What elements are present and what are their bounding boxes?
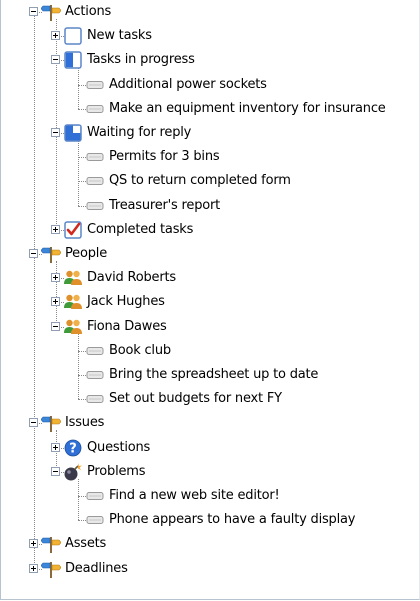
tree-item-label: Deadlines	[65, 560, 128, 576]
collapse-toggle[interactable]	[51, 466, 60, 476]
tree-item-label: Bring the spreadsheet up to date	[109, 367, 319, 382]
tree-item-task[interactable]: Find a new web site editor!	[0, 484, 420, 508]
expand-toggle[interactable]	[51, 224, 60, 234]
tree-item-deadlines[interactable]: Deadlines	[0, 557, 420, 581]
tree-item-task[interactable]: Make an equipment inventory for insuranc…	[0, 97, 420, 121]
tree-item-people[interactable]: People	[0, 242, 420, 266]
quarter-filled-box-icon	[63, 123, 83, 143]
expand-toggle[interactable]	[51, 442, 60, 452]
tree-item-task[interactable]: Treasurer's report	[0, 194, 420, 218]
tree-item-label: QS to return completed form	[109, 173, 291, 189]
task-icon	[85, 365, 105, 385]
tree-item-issues[interactable]: Issues	[0, 411, 420, 435]
tree-item-label: Find a new web site editor!	[109, 488, 280, 503]
tree-item-label: Completed tasks	[87, 221, 194, 237]
collapse-toggle[interactable]	[29, 7, 38, 16]
tree-item-label: Fiona Dawes	[87, 318, 167, 334]
task-icon	[85, 99, 105, 119]
tree-item-waiting-for-reply[interactable]: Waiting for reply	[0, 121, 420, 145]
tree-item-tasks-in-progress[interactable]: Tasks in progress	[0, 48, 420, 72]
task-icon	[85, 389, 105, 409]
task-icon	[85, 510, 105, 530]
task-icon	[85, 75, 105, 95]
tree-item-problems[interactable]: Problems	[0, 460, 420, 484]
folder-signpost-icon	[40, 2, 62, 22]
collapse-toggle[interactable]	[29, 249, 38, 258]
folder-signpost-icon	[40, 534, 62, 554]
task-icon	[85, 486, 105, 506]
tree-item-jack-hughes[interactable]: Jack Hughes	[0, 290, 420, 314]
folder-signpost-icon	[40, 244, 62, 264]
half-filled-box-icon	[63, 50, 83, 70]
tree-item-label: People	[65, 246, 107, 261]
tree-item-label: Tasks in progress	[87, 52, 195, 68]
people-icon	[63, 268, 83, 288]
tree-item-label: Actions	[65, 4, 112, 19]
tree-item-label: Problems	[87, 463, 146, 479]
people-icon	[63, 292, 83, 312]
tree-item-label: Set out budgets for next FY	[109, 391, 282, 407]
expand-toggle[interactable]	[51, 297, 60, 307]
tree-item-task[interactable]: Bring the spreadsheet up to date	[0, 363, 420, 387]
tree-item-task[interactable]: Book club	[0, 339, 420, 363]
tree-item-completed-tasks[interactable]: Completed tasks	[0, 218, 420, 242]
expand-toggle[interactable]	[51, 31, 60, 41]
expand-toggle[interactable]	[51, 273, 60, 283]
tree-item-label: Waiting for reply	[87, 125, 192, 140]
bomb-icon	[63, 462, 83, 482]
tree-item-actions[interactable]: Actions	[0, 0, 420, 24]
tree-item-task[interactable]: Additional power sockets	[0, 73, 420, 97]
expand-toggle[interactable]	[29, 563, 38, 573]
folder-signpost-icon	[40, 413, 62, 433]
tree-item-task[interactable]: Phone appears to have a faulty display	[0, 508, 420, 532]
tree-item-new-tasks[interactable]: New tasks	[0, 24, 420, 48]
tree-item-task[interactable]: QS to return completed form	[0, 169, 420, 193]
checked-box-icon	[63, 220, 83, 240]
collapse-toggle[interactable]	[29, 418, 38, 428]
task-icon	[85, 196, 105, 216]
tree-item-label: Issues	[65, 415, 105, 431]
tree-item-task[interactable]: Permits for 3 bins	[0, 145, 420, 169]
question-icon: ?	[63, 438, 83, 458]
collapse-toggle[interactable]	[51, 128, 60, 137]
expand-toggle[interactable]	[29, 539, 38, 549]
collapse-toggle[interactable]	[51, 55, 60, 65]
tree-item-questions[interactable]: ? Questions	[0, 436, 420, 460]
folder-signpost-icon	[40, 559, 62, 579]
tree-item-label: Book club	[109, 342, 171, 358]
collapse-toggle[interactable]	[51, 321, 60, 331]
tree-item-label: Permits for 3 bins	[109, 149, 220, 165]
tree-item-fiona-dawes[interactable]: Fiona Dawes	[0, 315, 420, 339]
tree-item-label: Jack Hughes	[87, 294, 165, 310]
svg-text:?: ?	[69, 441, 77, 456]
tree-item-label: Treasurer's report	[109, 197, 221, 213]
tree-item-label: Assets	[65, 536, 107, 552]
tree-item-label: Questions	[87, 439, 151, 455]
tree-item-label: David Roberts	[87, 270, 176, 286]
tree-item-label: Additional power sockets	[109, 76, 267, 92]
tree-item-assets[interactable]: Assets	[0, 532, 420, 556]
tree-item-label: Make an equipment inventory for insuranc…	[109, 100, 386, 116]
tree-item-task[interactable]: Set out budgets for next FY	[0, 387, 420, 411]
tree-view[interactable]: Actions New tasks Tasks in progress Addit…	[0, 0, 420, 601]
tree-item-david-roberts[interactable]: David Roberts	[0, 266, 420, 290]
task-icon	[85, 147, 105, 167]
task-icon	[85, 341, 105, 361]
task-icon	[85, 171, 105, 191]
people-icon	[63, 317, 83, 337]
tree-item-label: New tasks	[87, 28, 152, 44]
empty-box-icon	[63, 26, 83, 46]
tree-item-label: Phone appears to have a faulty display	[109, 512, 356, 528]
